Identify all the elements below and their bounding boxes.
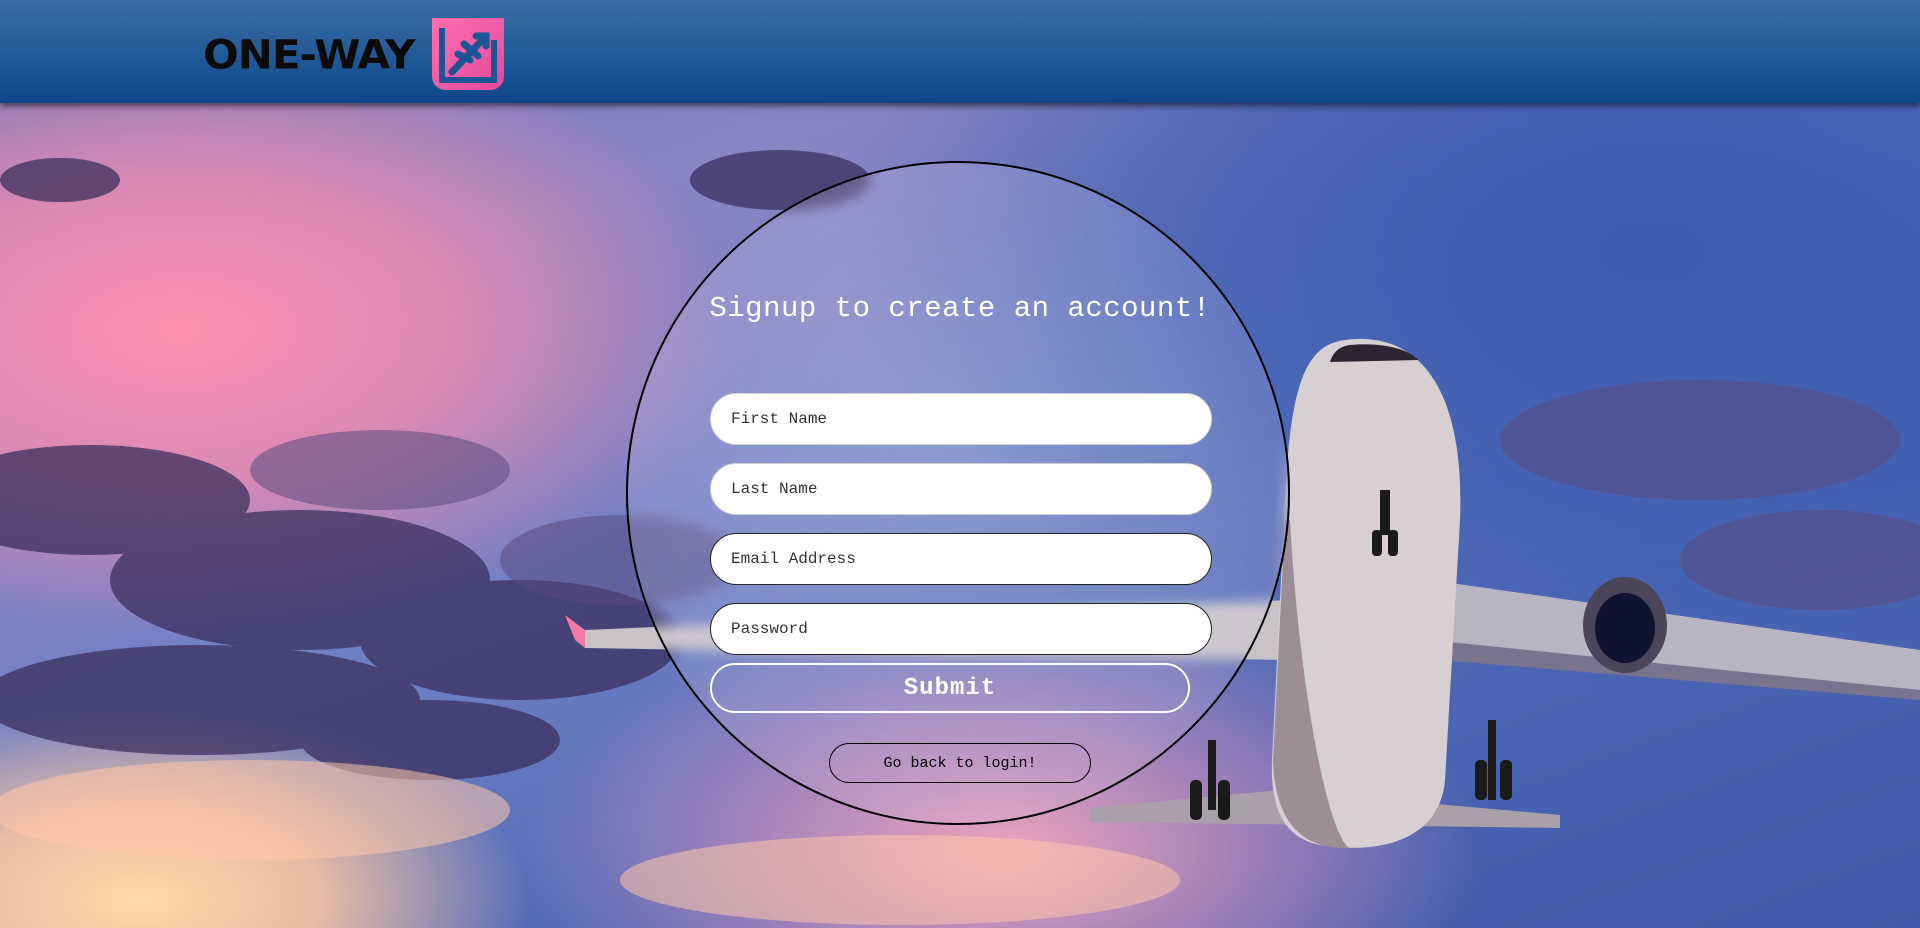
email-input[interactable] — [710, 533, 1212, 585]
top-header: ONE-WAY — [0, 0, 1920, 103]
page-title: Signup to create an account! — [709, 292, 1211, 325]
back-to-login-button[interactable]: Go back to login! — [829, 743, 1091, 783]
brand-logo[interactable]: ONE-WAY — [203, 14, 508, 94]
first-name-input[interactable] — [710, 393, 1212, 445]
logo-text: ONE-WAY — [203, 30, 415, 78]
plane-badge-icon — [432, 18, 505, 90]
last-name-input[interactable] — [710, 463, 1212, 515]
password-input[interactable] — [710, 603, 1212, 655]
submit-button[interactable]: Submit — [710, 663, 1190, 713]
